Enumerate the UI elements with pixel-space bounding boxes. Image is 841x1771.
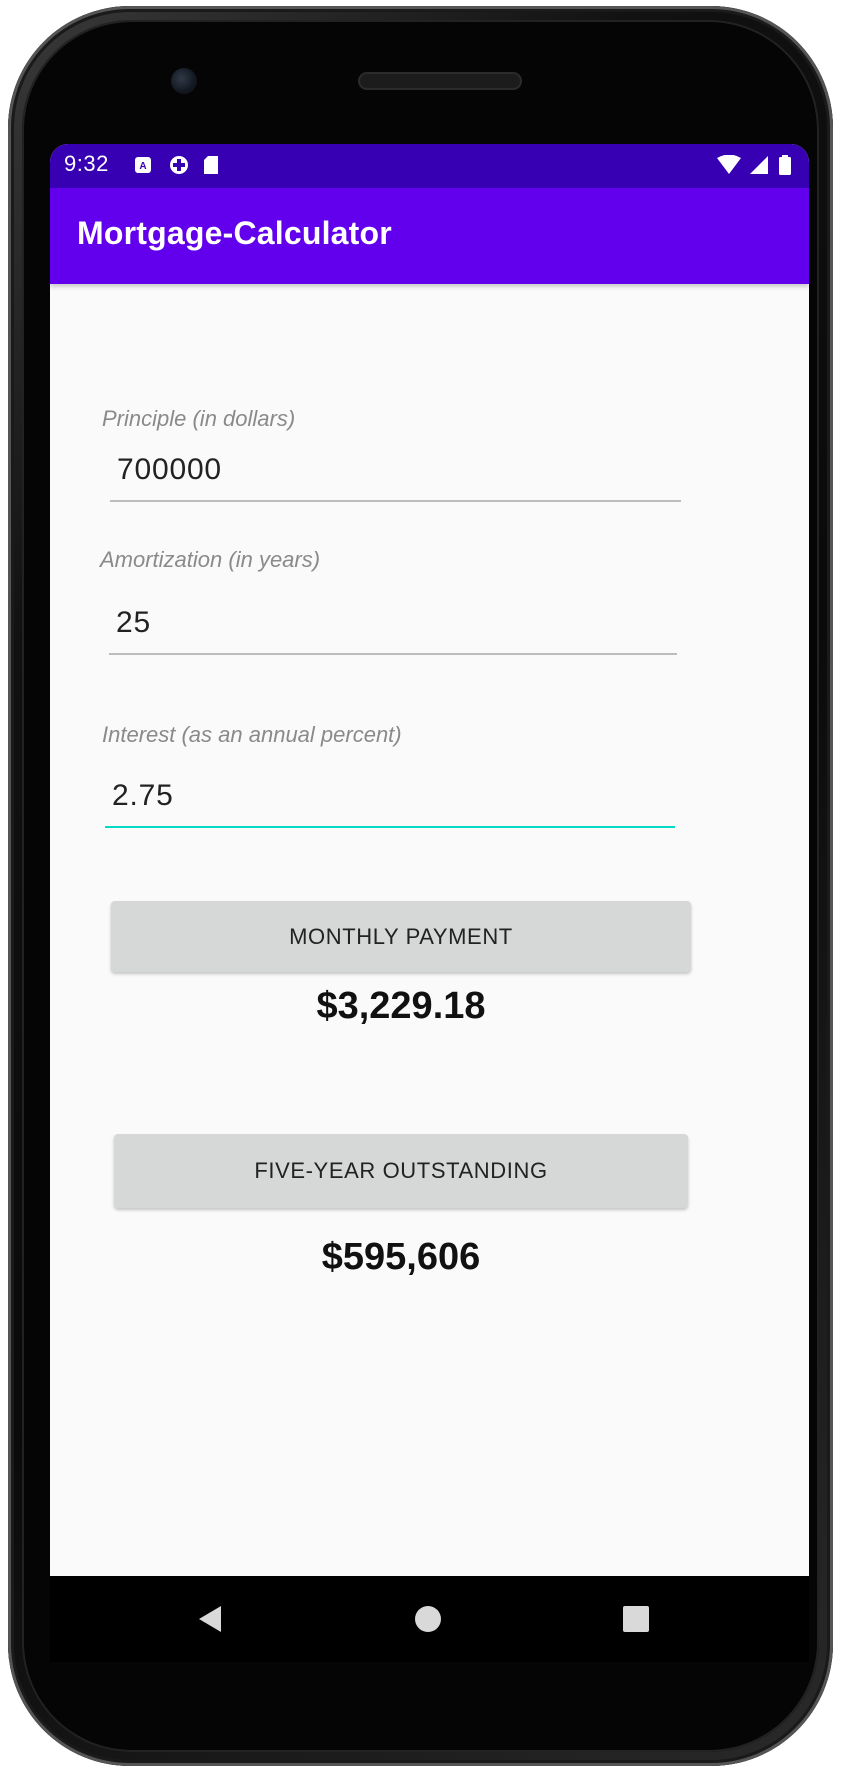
earpiece-speaker bbox=[358, 72, 522, 90]
status-bar: 9:32 A bbox=[50, 144, 809, 188]
svg-text:A: A bbox=[139, 161, 146, 172]
amortization-label: Amortization (in years) bbox=[100, 547, 321, 572]
home-button[interactable] bbox=[368, 1576, 488, 1662]
back-button[interactable] bbox=[150, 1576, 270, 1662]
app-title: Mortgage-Calculator bbox=[77, 215, 392, 251]
interest-label: Interest (as an annual percent) bbox=[102, 722, 402, 747]
sd-card-icon bbox=[202, 155, 220, 175]
five-year-outstanding-button[interactable]: FIVE-YEAR OUTSTANDING bbox=[114, 1134, 688, 1208]
phone-screen: 9:32 A Mortgage-Calculator Principle (in… bbox=[50, 144, 809, 1576]
amortization-input[interactable] bbox=[109, 603, 677, 655]
recents-button[interactable] bbox=[576, 1576, 696, 1662]
navigation-bar bbox=[50, 1576, 809, 1662]
wifi-icon bbox=[716, 154, 742, 175]
status-time: 9:32 bbox=[64, 151, 109, 176]
home-icon bbox=[415, 1606, 441, 1632]
recents-icon bbox=[623, 1606, 649, 1632]
monthly-payment-result: $3,229.18 bbox=[316, 985, 486, 1027]
monthly-payment-button[interactable]: MONTHLY PAYMENT bbox=[111, 901, 691, 972]
front-camera bbox=[171, 68, 197, 94]
data-saver-icon bbox=[168, 155, 190, 175]
app-bar: Mortgage-Calculator bbox=[50, 188, 809, 284]
principle-label: Principle (in dollars) bbox=[102, 406, 296, 431]
five-year-outstanding-result: $595,606 bbox=[321, 1236, 481, 1278]
notification-a-icon: A bbox=[134, 155, 152, 175]
interest-input[interactable] bbox=[105, 776, 675, 828]
battery-icon bbox=[778, 155, 792, 175]
principle-input[interactable] bbox=[110, 450, 681, 502]
cell-signal-icon bbox=[748, 155, 770, 175]
back-icon bbox=[199, 1606, 221, 1632]
